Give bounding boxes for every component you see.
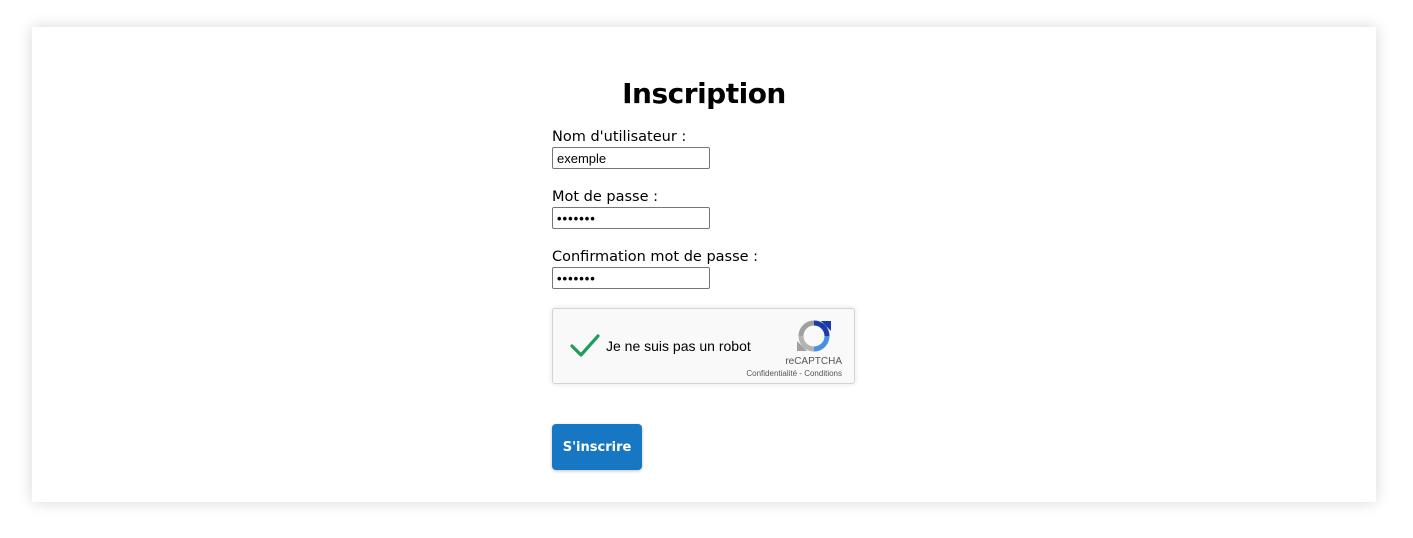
signup-button[interactable]: S'inscrire (552, 424, 642, 470)
recaptcha-label: Je ne suis pas un robot (606, 338, 751, 354)
checkmark-icon[interactable] (569, 329, 601, 361)
terms-link[interactable]: Conditions (804, 369, 842, 378)
password-input[interactable] (552, 207, 710, 229)
recaptcha-widget: Je ne suis pas un robot reCAPTCHA Confid… (552, 308, 855, 384)
password-confirm-input[interactable] (552, 267, 710, 289)
username-input[interactable] (552, 147, 710, 169)
password-confirm-label: Confirmation mot de passe : (552, 249, 759, 265)
recaptcha-logo-icon (797, 320, 831, 352)
username-label: Nom d'utilisateur : (552, 129, 687, 145)
page-title: Inscription (622, 77, 786, 110)
recaptcha-links: Confidentialité - Conditions (746, 369, 842, 378)
password-label: Mot de passe : (552, 189, 659, 205)
privacy-link[interactable]: Confidentialité (746, 369, 797, 378)
signup-card: Inscription Nom d'utilisateur : Mot de p… (32, 27, 1376, 502)
recaptcha-brand: reCAPTCHA (785, 356, 842, 367)
